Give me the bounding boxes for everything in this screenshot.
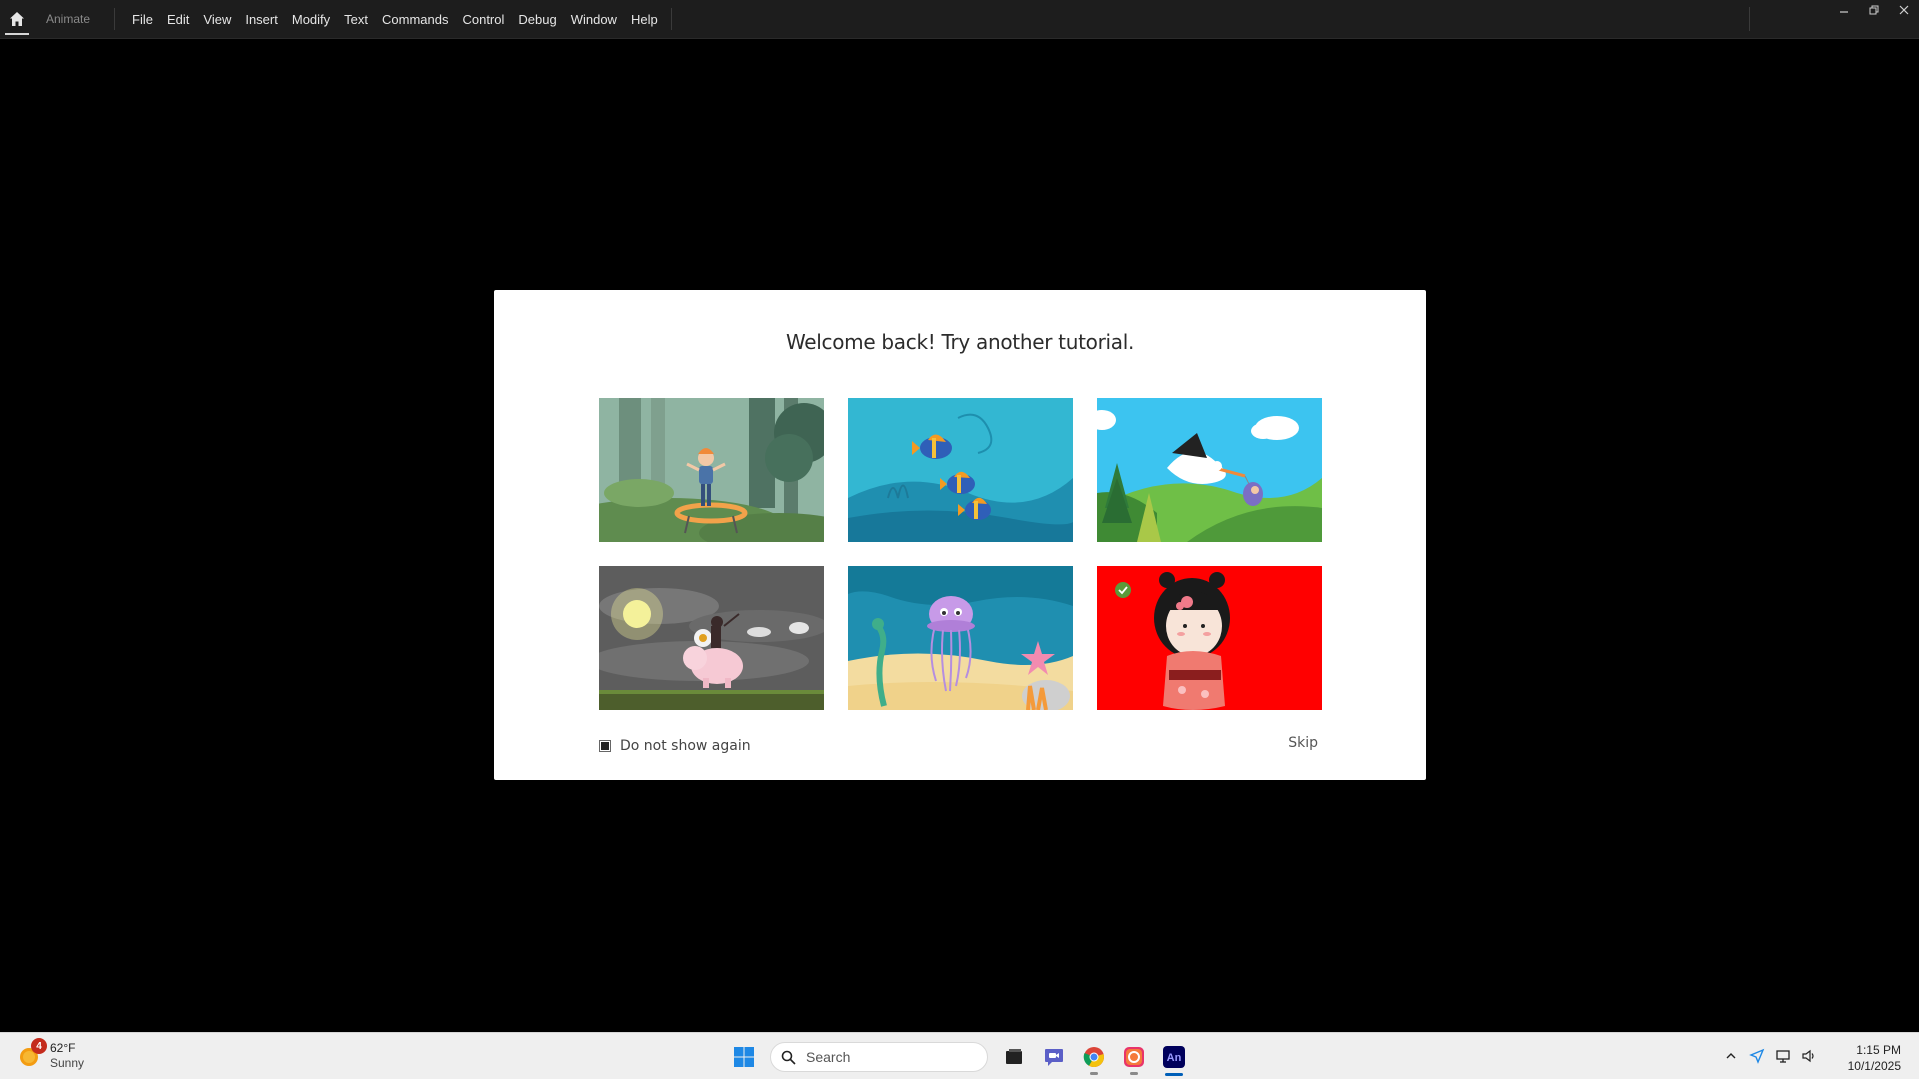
animate-icon: An <box>1163 1046 1185 1068</box>
tutorial-jellyfish-underwater[interactable] <box>848 566 1073 710</box>
meet-button[interactable] <box>1034 1038 1074 1076</box>
tutorial-pig-rider[interactable] <box>599 566 824 710</box>
do-not-show-checkbox[interactable] <box>599 740 611 752</box>
taskbar-apps: Search An <box>724 1038 1194 1076</box>
close-icon <box>1899 5 1909 15</box>
menu-bar: Animate File Edit View Insert Modify Tex… <box>0 0 1919 39</box>
menu-control[interactable]: Control <box>455 0 511 39</box>
tutorial-trampoline-girl[interactable] <box>599 398 824 542</box>
svg-text:An: An <box>1167 1052 1182 1064</box>
creative-cloud-icon <box>1124 1047 1144 1067</box>
minimize-icon <box>1840 11 1848 13</box>
app-name: Animate <box>46 12 91 26</box>
skip-link[interactable]: Skip <box>1288 735 1318 751</box>
completed-check-icon <box>1115 582 1131 598</box>
chrome-button[interactable] <box>1074 1038 1114 1076</box>
chrome-icon <box>1083 1047 1104 1068</box>
menu-modify[interactable]: Modify <box>285 0 337 39</box>
stork-delivery-thumbnail <box>1097 398 1322 542</box>
volume-tray-button[interactable] <box>1796 1043 1822 1069</box>
tutorial-stork-delivery[interactable] <box>1097 398 1322 542</box>
menu-divider <box>114 8 116 30</box>
do-not-show-again[interactable]: Do not show again <box>599 738 751 754</box>
menu-divider <box>670 8 672 30</box>
speaker-icon <box>1802 1049 1814 1063</box>
taskbar-search[interactable]: Search <box>770 1042 988 1072</box>
animate-taskbar-button[interactable]: An <box>1154 1038 1194 1076</box>
meet-icon <box>1045 1049 1063 1066</box>
tutorial-kokeshi-doll[interactable] <box>1097 566 1322 710</box>
network-tray-button[interactable] <box>1770 1043 1796 1069</box>
do-not-show-label: Do not show again <box>620 738 751 754</box>
search-icon <box>781 1050 796 1065</box>
network-icon <box>1776 1050 1790 1063</box>
home-button[interactable] <box>0 0 34 39</box>
weather-condition: Sunny <box>50 1056 85 1070</box>
windows-icon <box>734 1047 754 1067</box>
main-menu: File Edit View Insert Modify Text Comman… <box>125 0 665 39</box>
tutorial-fish-school[interactable] <box>848 398 1073 542</box>
weather-temp: 62°F <box>50 1041 76 1055</box>
menu-insert[interactable]: Insert <box>238 0 285 39</box>
dialog-title: Welcome back! Try another tutorial. <box>785 330 1135 354</box>
trampoline-girl-thumbnail <box>599 398 824 542</box>
animate-window: Animate File Edit View Insert Modify Tex… <box>0 0 1919 1079</box>
minimize-button[interactable] <box>1829 0 1859 20</box>
restore-button[interactable] <box>1859 0 1889 20</box>
close-button[interactable] <box>1889 0 1919 20</box>
weather-badge: 4 <box>31 1038 47 1054</box>
fish-school-thumbnail <box>848 398 1073 542</box>
kokeshi-doll-thumbnail <box>1097 566 1322 710</box>
taskbar: 4 62°F Sunny Search An 1:15 PM 10/1/2025 <box>0 1032 1919 1079</box>
chevron-up-icon <box>1726 1053 1736 1059</box>
taskbar-clock[interactable]: 1:15 PM 10/1/2025 <box>1848 1042 1901 1074</box>
menu-edit[interactable]: Edit <box>160 0 196 39</box>
creative-cloud-button[interactable] <box>1114 1038 1154 1076</box>
menu-view[interactable]: View <box>196 0 238 39</box>
toolbar-divider <box>1749 7 1750 31</box>
clock-date: 10/1/2025 <box>1847 1059 1901 1073</box>
location-arrow-icon <box>1749 1048 1765 1064</box>
pig-rider-thumbnail <box>599 566 824 710</box>
sun-icon: 4 <box>18 1038 47 1068</box>
clock-time: 1:15 PM <box>1856 1043 1901 1057</box>
task-view-icon <box>1006 1049 1022 1064</box>
system-tray <box>1718 1043 1822 1069</box>
task-view-button[interactable] <box>994 1038 1034 1076</box>
window-controls <box>1829 0 1919 20</box>
menu-file[interactable]: File <box>125 0 160 39</box>
show-hidden-icons-button[interactable] <box>1718 1043 1744 1069</box>
start-button[interactable] <box>724 1038 764 1076</box>
menu-window[interactable]: Window <box>564 0 624 39</box>
restore-icon <box>1869 5 1879 15</box>
menu-text[interactable]: Text <box>337 0 375 39</box>
jellyfish-underwater-thumbnail <box>848 566 1073 710</box>
menu-help[interactable]: Help <box>624 0 665 39</box>
welcome-dialog: Welcome back! Try another tutorial. Do n… <box>494 290 1426 780</box>
search-placeholder: Search <box>806 1049 851 1065</box>
menu-debug[interactable]: Debug <box>511 0 563 39</box>
weather-widget[interactable]: 4 62°F Sunny <box>18 1038 85 1071</box>
menu-commands[interactable]: Commands <box>375 0 455 39</box>
home-icon <box>10 12 24 26</box>
location-tray-button[interactable] <box>1744 1043 1770 1069</box>
